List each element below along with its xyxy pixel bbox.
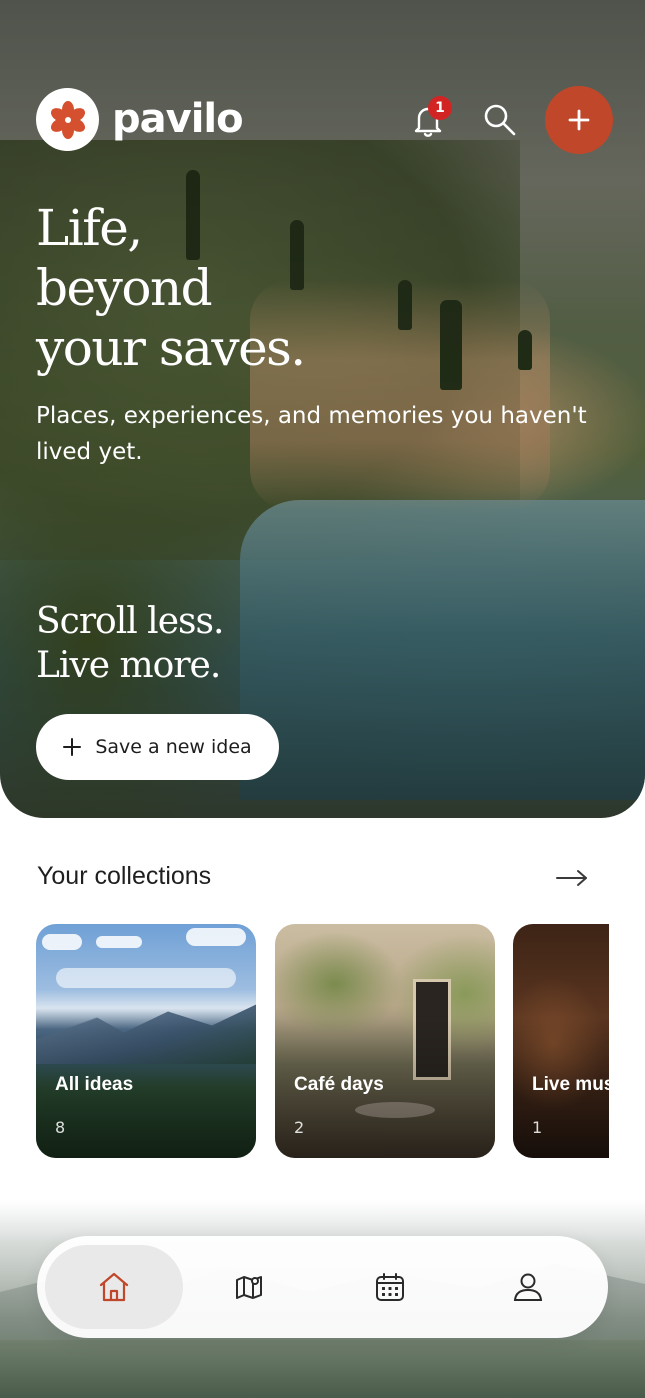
collections-see-all-button[interactable] (552, 860, 592, 896)
plus-icon (63, 738, 82, 756)
nav-calendar[interactable] (321, 1245, 459, 1329)
headline-line: beyond (36, 259, 213, 317)
notification-badge: 1 (428, 96, 452, 120)
collection-name: All ideas (55, 1074, 134, 1095)
card-shade (275, 924, 495, 1158)
plus-icon (568, 109, 590, 131)
collection-name: Live music (532, 1074, 609, 1095)
hero-banner: pavilo 1 Life, beyond your saves. Places… (0, 0, 645, 818)
add-button[interactable] (545, 86, 613, 154)
collection-card[interactable]: All ideas 8 (36, 924, 256, 1158)
card-shade (513, 924, 609, 1158)
save-new-idea-button[interactable]: Save a new idea (36, 714, 279, 780)
card-shade (36, 924, 256, 1158)
collection-name: Café days (294, 1074, 384, 1095)
nav-profile[interactable] (459, 1245, 597, 1329)
collection-count: 2 (294, 1118, 305, 1137)
collections-title: Your collections (37, 862, 212, 890)
collections-carousel[interactable]: All ideas 8 Café days 2 Live music 1 (36, 924, 609, 1158)
search-icon (484, 104, 516, 136)
headline-line: Life, (36, 199, 143, 257)
nav-map[interactable] (180, 1245, 318, 1329)
hero-headline: Life, beyond your saves. (36, 198, 436, 378)
arrow-right-icon (556, 870, 587, 886)
collection-card[interactable]: Café days 2 (275, 924, 495, 1158)
headline-line: your saves. (36, 319, 306, 377)
tagline-line: Scroll less. (36, 601, 224, 642)
profile-icon (513, 1273, 543, 1301)
logo[interactable] (36, 88, 99, 151)
collection-card[interactable]: Live music 1 (513, 924, 609, 1158)
tagline-line: Live more. (36, 645, 221, 686)
save-new-idea-label: Save a new idea (95, 736, 252, 758)
flower-logo-icon (50, 100, 85, 139)
nav-home[interactable] (45, 1245, 183, 1329)
hero-tagline: Scroll less. Live more. (36, 600, 356, 688)
bottom-nav (37, 1236, 608, 1338)
brand-name: pavilo (112, 96, 244, 142)
calendar-icon (376, 1273, 404, 1301)
map-icon (236, 1276, 262, 1299)
collection-count: 8 (55, 1118, 66, 1137)
search-button[interactable] (478, 98, 522, 142)
collection-count: 1 (532, 1118, 543, 1137)
home-icon (99, 1272, 129, 1302)
hero-subline: Places, experiences, and memories you ha… (36, 403, 587, 465)
